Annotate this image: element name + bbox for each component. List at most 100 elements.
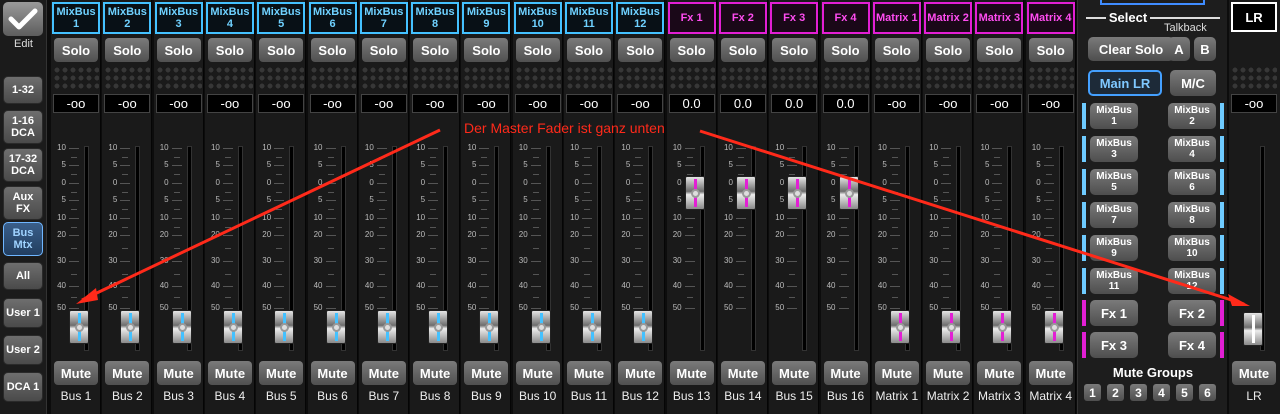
channel-name[interactable]: Matrix 3 — [975, 2, 1024, 34]
channel-name[interactable]: MixBus 5 — [257, 2, 306, 34]
select-mixbus-button[interactable]: MixBus 12 — [1168, 268, 1216, 294]
fader-handle[interactable] — [941, 310, 962, 344]
channel-name[interactable]: Matrix 2 — [924, 2, 973, 34]
fader-handle[interactable] — [428, 310, 449, 344]
select-mixbus-button[interactable]: MixBus 10 — [1168, 235, 1216, 261]
channel-name[interactable]: Matrix 4 — [1026, 2, 1075, 34]
edit-button[interactable] — [3, 2, 43, 36]
select-mixbus-button[interactable]: MixBus 8 — [1168, 202, 1216, 228]
solo-button[interactable]: Solo — [926, 38, 971, 62]
solo-button[interactable]: Solo — [618, 38, 663, 62]
mute-group-button[interactable]: 5 — [1176, 384, 1193, 401]
fader-handle[interactable] — [69, 310, 89, 344]
solo-button[interactable]: Solo — [310, 38, 355, 62]
mute-group-button[interactable]: 4 — [1153, 384, 1170, 401]
select-fx-button[interactable]: Fx 3 — [1090, 332, 1138, 358]
mute-button[interactable]: Mute — [874, 361, 919, 385]
mute-group-button[interactable]: 6 — [1199, 384, 1216, 401]
mute-button[interactable]: Mute — [259, 361, 304, 385]
channel-name[interactable]: MixBus 1 — [52, 2, 100, 34]
main-lr-button[interactable]: Main LR — [1088, 70, 1162, 96]
fader-handle[interactable] — [838, 176, 859, 210]
channel-name[interactable]: MixBus 7 — [359, 2, 408, 34]
nav-button-7[interactable]: User 2 — [3, 335, 43, 365]
solo-button[interactable]: Solo — [772, 38, 817, 62]
mute-group-button[interactable]: 2 — [1107, 384, 1124, 401]
channel-name[interactable]: MixBus 9 — [462, 2, 511, 34]
channel-name[interactable]: Matrix 1 — [872, 2, 921, 34]
fader-handle[interactable] — [530, 310, 551, 344]
mc-button[interactable]: M/C — [1170, 70, 1216, 96]
mute-button[interactable]: Mute — [361, 361, 406, 385]
select-mixbus-button[interactable]: MixBus 6 — [1168, 169, 1216, 195]
solo-button[interactable]: Solo — [105, 38, 150, 62]
solo-button[interactable]: Solo — [259, 38, 304, 62]
mute-button[interactable]: Mute — [772, 361, 817, 385]
fader-handle[interactable] — [582, 310, 602, 344]
mute-group-button[interactable]: 1 — [1084, 384, 1101, 401]
solo-button[interactable]: Solo — [515, 38, 560, 62]
mute-button[interactable]: Mute — [105, 361, 150, 385]
mute-button[interactable]: Mute — [823, 361, 868, 385]
mute-button[interactable]: Mute — [310, 361, 355, 385]
select-fx-button[interactable]: Fx 1 — [1090, 300, 1138, 326]
nav-button-3[interactable]: Aux FX — [3, 186, 43, 220]
solo-button[interactable]: Solo — [156, 38, 201, 62]
channel-name[interactable]: MixBus 8 — [411, 2, 460, 34]
solo-button[interactable]: Solo — [720, 38, 765, 62]
solo-button[interactable]: Solo — [1028, 38, 1073, 62]
mute-button[interactable]: Mute — [54, 361, 98, 385]
channel-name[interactable]: Fx 3 — [770, 2, 819, 34]
fader-handle[interactable] — [479, 310, 500, 344]
fader-handle[interactable] — [171, 310, 192, 344]
channel-name[interactable]: Fx 4 — [821, 2, 870, 34]
select-fx-button[interactable]: Fx 4 — [1168, 332, 1216, 358]
channel-name[interactable]: MixBus 3 — [154, 2, 203, 34]
fader-handle[interactable] — [787, 176, 808, 210]
channel-name[interactable]: MixBus 4 — [205, 2, 254, 34]
fader-handle[interactable] — [1043, 310, 1064, 344]
solo-button[interactable]: Solo — [464, 38, 509, 62]
lr-fader-handle[interactable] — [1243, 312, 1263, 346]
solo-button[interactable]: Solo — [977, 38, 1022, 62]
fader-handle[interactable] — [633, 310, 654, 344]
mute-button[interactable]: Mute — [926, 361, 971, 385]
nav-button-4[interactable]: Bus Mtx — [3, 222, 43, 256]
mute-button[interactable]: Mute — [977, 361, 1022, 385]
nav-button-6[interactable]: User 1 — [3, 298, 43, 328]
nav-button-0[interactable]: 1-32 — [3, 76, 43, 104]
mute-button[interactable]: Mute — [156, 361, 201, 385]
lr-channel-name[interactable]: LR — [1231, 2, 1277, 32]
mute-button[interactable]: Mute — [207, 361, 252, 385]
fader-handle[interactable] — [325, 310, 346, 344]
solo-button[interactable]: Solo — [669, 38, 714, 62]
mute-button[interactable]: Mute — [413, 361, 458, 385]
select-mixbus-button[interactable]: MixBus 5 — [1090, 169, 1138, 195]
mute-button[interactable]: Mute — [669, 361, 714, 385]
nav-button-8[interactable]: DCA 1 — [3, 372, 43, 402]
mute-button[interactable]: Mute — [1028, 361, 1073, 385]
mute-button[interactable]: Mute — [464, 361, 509, 385]
fader-handle[interactable] — [992, 310, 1013, 344]
mute-group-button[interactable]: 3 — [1130, 384, 1147, 401]
mute-button[interactable]: Mute — [618, 361, 663, 385]
clear-solo-button[interactable]: Clear Solo — [1088, 37, 1174, 61]
fader-handle[interactable] — [889, 310, 910, 344]
fader-handle[interactable] — [684, 176, 705, 210]
solo-button[interactable]: Solo — [54, 38, 98, 62]
select-mixbus-button[interactable]: MixBus 1 — [1090, 103, 1138, 129]
channel-name[interactable]: MixBus 12 — [616, 2, 665, 34]
solo-button[interactable]: Solo — [413, 38, 458, 62]
select-mixbus-button[interactable]: MixBus 9 — [1090, 235, 1138, 261]
talkback-b-button[interactable]: B — [1194, 37, 1216, 61]
select-mixbus-button[interactable]: MixBus 7 — [1090, 202, 1138, 228]
fader-handle[interactable] — [376, 310, 397, 344]
talkback-a-button[interactable]: A — [1168, 37, 1190, 61]
mute-button[interactable]: Mute — [515, 361, 560, 385]
select-fx-button[interactable]: Fx 2 — [1168, 300, 1216, 326]
channel-name[interactable]: MixBus 2 — [103, 2, 152, 34]
select-mixbus-button[interactable]: MixBus 2 — [1168, 103, 1216, 129]
select-mixbus-button[interactable]: MixBus 4 — [1168, 136, 1216, 162]
channel-name[interactable]: Fx 1 — [667, 2, 716, 34]
solo-button[interactable]: Solo — [567, 38, 611, 62]
